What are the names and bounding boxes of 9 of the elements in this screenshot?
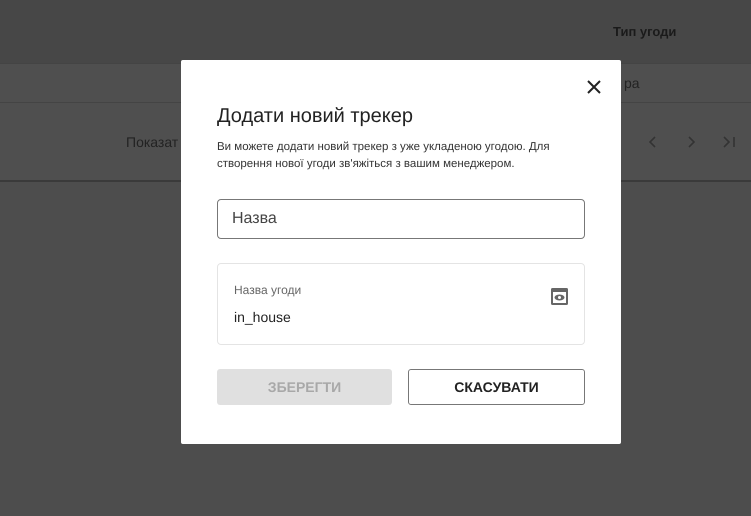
field-value: in_house <box>234 309 291 325</box>
close-button[interactable] <box>586 79 602 95</box>
dialog-description: Ви можете додати новий трекер з уже укладеною угодою. Для створення нової угоди зв'яжіться з вашим менеджером. <box>217 140 551 172</box>
field-label: Назва угоди <box>234 283 302 297</box>
cancel-button[interactable]: СКАСУВАТИ <box>408 369 585 405</box>
dialog-title: Додати новий трекер <box>217 104 414 129</box>
name-input-field[interactable]: Назва <box>217 199 585 239</box>
last-page-icon[interactable] <box>721 134 737 150</box>
eye-icon[interactable] <box>550 287 569 306</box>
